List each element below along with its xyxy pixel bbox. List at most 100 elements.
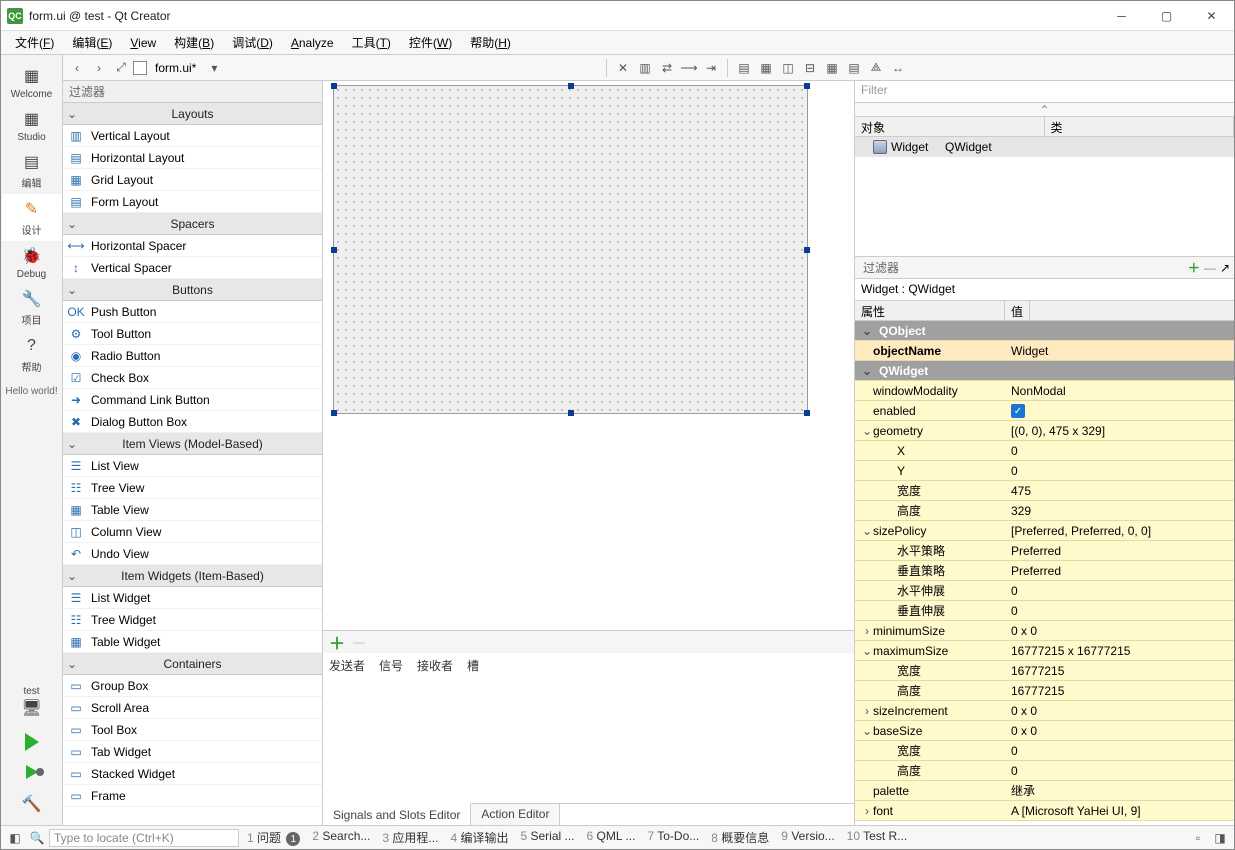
widget-item[interactable]: ▭Tab Widget (63, 741, 322, 763)
property-row[interactable]: ⌄baseSize0 x 0 (855, 721, 1234, 741)
widget-category[interactable]: ⌄Layouts (63, 103, 322, 125)
close-button[interactable]: ✕ (1189, 1, 1234, 31)
property-subrow[interactable]: 垂直伸展0 (855, 601, 1234, 621)
widget-item[interactable]: ↕Vertical Spacer (63, 257, 322, 279)
hsplit-icon[interactable]: ◫ (778, 58, 798, 78)
run-button[interactable] (2, 729, 62, 755)
widget-item[interactable]: ▦Grid Layout (63, 169, 322, 191)
checkbox-checked-icon[interactable]: ✓ (1011, 404, 1025, 418)
property-row[interactable]: ⌄geometry[(0, 0), 475 x 329] (855, 421, 1234, 441)
widget-category[interactable]: ⌄Spacers (63, 213, 322, 235)
menu-item[interactable]: 文件(F) (7, 32, 62, 53)
widget-item[interactable]: ☷Tree View (63, 477, 322, 499)
project-kit[interactable]: test 🖥 (2, 680, 62, 723)
widget-item[interactable]: ▭Group Box (63, 675, 322, 697)
widget-item[interactable]: ☷Tree Widget (63, 609, 322, 631)
resize-handle[interactable] (804, 410, 810, 416)
property-row[interactable]: ⌄sizePolicy[Preferred, Preferred, 0, 0] (855, 521, 1234, 541)
property-row[interactable]: ⌄maximumSize16777215 x 16777215 (855, 641, 1234, 661)
widget-item[interactable]: ▭Scroll Area (63, 697, 322, 719)
widget-item[interactable]: ⟷Horizontal Spacer (63, 235, 322, 257)
mode-debug[interactable]: 🐞Debug (2, 241, 62, 284)
widget-item[interactable]: ▤Form Layout (63, 191, 322, 213)
edit-buddies-icon[interactable]: ⟶ (679, 58, 699, 78)
collapse-handle-icon[interactable]: ⌃ (1039, 103, 1049, 117)
property-subrow[interactable]: 宽度16777215 (855, 661, 1234, 681)
output-tab[interactable]: 8 概要信息 (705, 829, 775, 847)
widget-category[interactable]: ⌄Item Views (Model-Based) (63, 433, 322, 455)
widget-item[interactable]: ☑Check Box (63, 367, 322, 389)
output-tab[interactable]: 4 编译输出 (444, 829, 514, 847)
breaklayout-icon[interactable]: ⟁ (866, 58, 886, 78)
widget-item[interactable]: ◉Radio Button (63, 345, 322, 367)
sigslot-col[interactable]: 接收者 (417, 657, 453, 674)
sigslot-col[interactable]: 槽 (467, 657, 479, 674)
widget-item[interactable]: ◫Column View (63, 521, 322, 543)
property-editor[interactable]: ⌄QObjectobjectNameWidget⌄QWidgetwindowMo… (855, 321, 1234, 825)
widget-item[interactable]: ▤Horizontal Layout (63, 147, 322, 169)
property-row[interactable]: objectNameWidget (855, 341, 1234, 361)
output-tab[interactable]: 10 Test R... (841, 829, 914, 847)
mode-welcome[interactable]: ▦Welcome (2, 61, 62, 104)
add-signal-button[interactable]: ＋ (329, 630, 345, 654)
property-subrow[interactable]: 垂直策略Preferred (855, 561, 1234, 581)
col-property[interactable]: 属性 (855, 301, 1005, 320)
forward-button[interactable]: › (89, 58, 109, 78)
property-subrow[interactable]: Y0 (855, 461, 1234, 481)
vsplit-icon[interactable]: ⊟ (800, 58, 820, 78)
maximize-button[interactable]: ▢ (1144, 1, 1189, 31)
widget-item[interactable]: ↶Undo View (63, 543, 322, 565)
widget-category[interactable]: ⌄Item Widgets (Item-Based) (63, 565, 322, 587)
close-output-icon[interactable]: ▫ (1188, 829, 1208, 847)
property-filter[interactable]: 过滤器 (859, 257, 1184, 278)
output-tab[interactable]: 2 Search... (306, 829, 376, 847)
sigslot-col[interactable]: 发送者 (329, 657, 365, 674)
design-canvas-viewport[interactable] (323, 81, 854, 630)
output-tab[interactable]: 5 Serial ... (514, 829, 580, 847)
file-name[interactable]: form.ui* (149, 61, 202, 75)
remove-property-icon[interactable]: — (1204, 261, 1216, 275)
menu-item[interactable]: 帮助(H) (462, 32, 519, 53)
col-value[interactable]: 值 (1005, 301, 1030, 320)
vlayout-icon[interactable]: ▦ (756, 58, 776, 78)
menu-item[interactable]: 调试(D) (224, 32, 281, 53)
menu-item[interactable]: 控件(W) (401, 32, 460, 53)
minimize-button[interactable]: ─ (1099, 1, 1144, 31)
sigslot-col[interactable]: 信号 (379, 657, 403, 674)
widget-item[interactable]: ▭Tool Box (63, 719, 322, 741)
widget-item[interactable]: ▭Frame (63, 785, 322, 807)
output-tab[interactable]: 1 问题 1 (241, 829, 306, 847)
mode-设计[interactable]: ✎设计 (2, 194, 62, 241)
resize-handle[interactable] (804, 247, 810, 253)
close-file-button[interactable]: ✕ (613, 58, 633, 78)
tab-signals-slots[interactable]: Signals and Slots Editor (323, 803, 471, 825)
property-subrow[interactable]: 高度16777215 (855, 681, 1234, 701)
property-class-row[interactable]: ⌄QWidget (855, 361, 1234, 381)
widget-item[interactable]: ▦Table Widget (63, 631, 322, 653)
property-row[interactable]: ›sizeIncrement0 x 0 (855, 701, 1234, 721)
menu-item[interactable]: 工具(T) (344, 32, 399, 53)
widget-item[interactable]: ➜Command Link Button (63, 389, 322, 411)
object-inspector-filter[interactable]: Filter (855, 81, 1234, 103)
back-button[interactable]: ‹ (67, 58, 87, 78)
resize-handle[interactable] (331, 83, 337, 89)
widgetbox-filter[interactable]: 过滤器 (63, 81, 322, 103)
property-subrow[interactable]: 高度329 (855, 501, 1234, 521)
mode-编辑[interactable]: ▤编辑 (2, 147, 62, 194)
menu-item[interactable]: 构建(B) (166, 32, 222, 53)
mode-项目[interactable]: 🔧项目 (2, 284, 62, 331)
widget-item[interactable]: ▭Stacked Widget (63, 763, 322, 785)
resize-handle[interactable] (331, 247, 337, 253)
edit-widgets-icon[interactable]: ▥ (635, 58, 655, 78)
widget-item[interactable]: ☰List View (63, 455, 322, 477)
property-subrow[interactable]: X0 (855, 441, 1234, 461)
property-subrow[interactable]: 宽度475 (855, 481, 1234, 501)
hlayout-icon[interactable]: ▤ (734, 58, 754, 78)
widget-item[interactable]: OKPush Button (63, 301, 322, 323)
widget-item[interactable]: ✖Dialog Button Box (63, 411, 322, 433)
object-row[interactable]: Widget QWidget (855, 137, 1234, 157)
property-row[interactable]: enabled✓ (855, 401, 1234, 421)
property-subrow[interactable]: 高度0 (855, 761, 1234, 781)
widget-item[interactable]: ▥Vertical Layout (63, 125, 322, 147)
build-button[interactable]: 🔨 (2, 789, 62, 819)
